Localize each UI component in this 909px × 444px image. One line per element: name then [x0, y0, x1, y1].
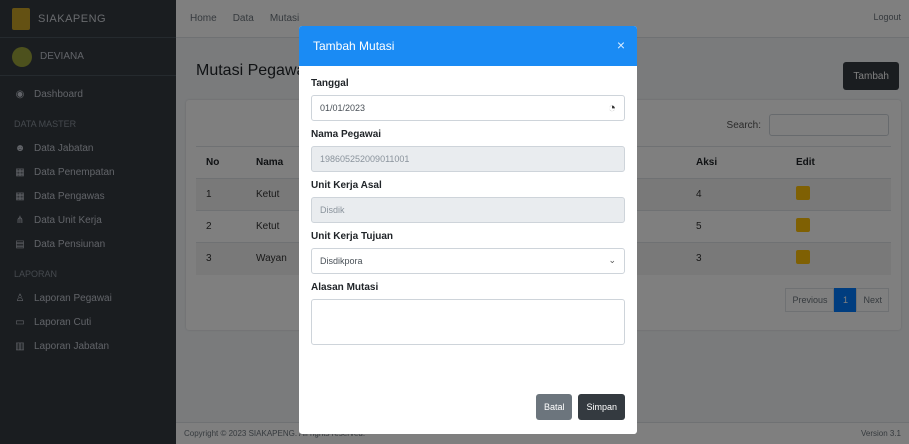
unit-tujuan-label: Unit Kerja Tujuan — [311, 231, 394, 242]
unit-asal-label: Unit Kerja Asal — [311, 180, 382, 191]
nama-pegawai-input: 198605252009011001 — [311, 146, 625, 172]
modal-header: Tambah Mutasi × — [299, 26, 637, 66]
modal-footer: Batal Simpan — [535, 394, 625, 420]
nama-pegawai-label: Nama Pegawai — [311, 129, 382, 140]
tambah-mutasi-modal: Tambah Mutasi × Tanggal 01/01/2023 ◔ Nam… — [299, 26, 637, 434]
chevron-down-icon: ⌄ — [608, 255, 616, 265]
unit-asal-value: Disdik — [320, 205, 345, 215]
unit-asal-input: Disdik — [311, 197, 625, 223]
nama-pegawai-value: 198605252009011001 — [320, 154, 410, 164]
tanggal-input[interactable]: 01/01/2023 ◔ — [311, 95, 625, 121]
close-icon[interactable]: × — [617, 37, 625, 53]
calendar-icon[interactable]: ◔ — [608, 100, 616, 115]
modal-title: Tambah Mutasi — [313, 39, 395, 53]
alasan-label: Alasan Mutasi — [311, 282, 379, 293]
alasan-textarea[interactable] — [311, 299, 625, 345]
save-button[interactable]: Simpan — [578, 394, 625, 420]
tanggal-label: Tanggal — [311, 78, 349, 89]
cancel-button[interactable]: Batal — [535, 394, 573, 420]
tanggal-value: 01/01/2023 — [320, 103, 366, 113]
modal-body: Tanggal 01/01/2023 ◔ Nama Pegawai 198605… — [299, 66, 637, 345]
unit-tujuan-select[interactable]: Disdikpora ⌄ — [311, 248, 625, 274]
unit-tujuan-value: Disdikpora — [320, 256, 363, 266]
